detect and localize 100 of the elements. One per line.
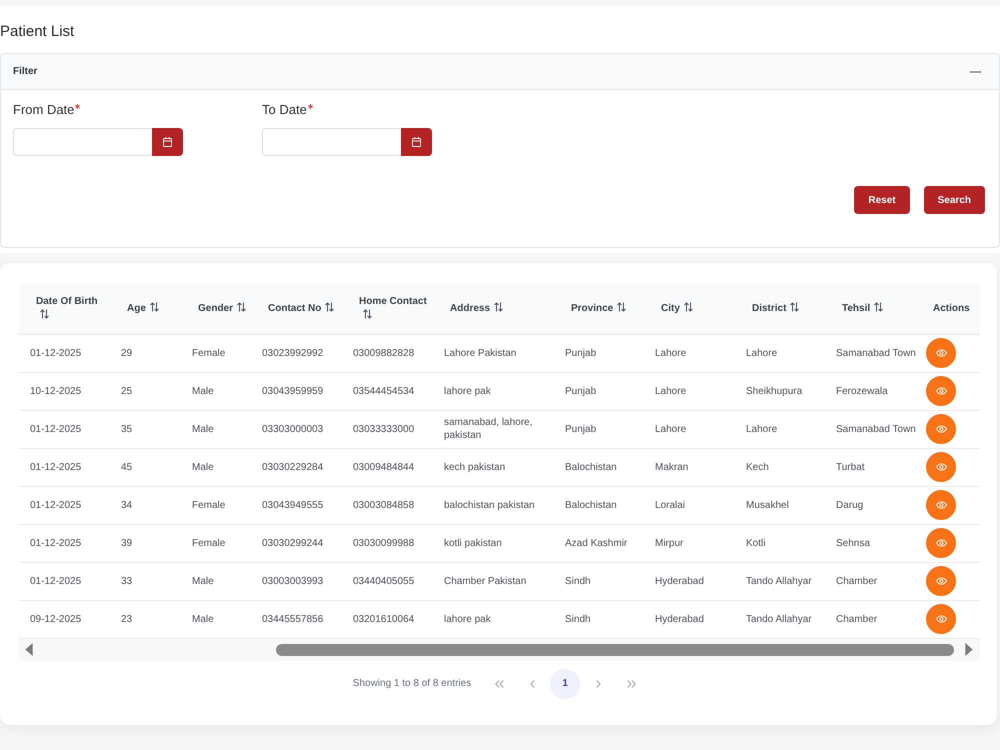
column-header[interactable]: Gender xyxy=(181,284,251,334)
column-header: Actions xyxy=(916,284,980,334)
scroll-right-icon[interactable] xyxy=(965,643,973,656)
table-cell: Male xyxy=(181,372,251,410)
table-cell: Punjab xyxy=(554,334,644,372)
table-cell: Mirpur xyxy=(644,524,735,562)
scroll-left-icon[interactable] xyxy=(25,643,33,656)
eye-icon xyxy=(936,425,946,433)
table-cell: 35 xyxy=(110,410,181,448)
table-cell: Balochistan xyxy=(554,486,644,524)
table-cell: 03003084858 xyxy=(342,486,433,524)
table-cell: Musakhel xyxy=(735,486,825,524)
column-header[interactable]: Address xyxy=(433,284,554,334)
table-cell: 03440405055 xyxy=(342,562,433,600)
table-cell: 01-12-2025 xyxy=(19,334,110,372)
table-cell: Male xyxy=(181,562,251,600)
table-cell: Chamber xyxy=(825,562,916,600)
table-cell: 01-12-2025 xyxy=(19,524,110,562)
table-cell: 03030299244 xyxy=(251,524,342,562)
table-cell: 03009882828 xyxy=(342,334,433,372)
table-cell: Lahore xyxy=(644,372,735,410)
view-button[interactable] xyxy=(926,414,956,444)
eye-icon xyxy=(936,463,946,471)
view-button[interactable] xyxy=(926,604,956,634)
column-header[interactable]: Home Contact xyxy=(342,284,433,334)
calendar-icon xyxy=(412,137,421,147)
eye-icon xyxy=(936,615,946,623)
table-cell: kech pakistan xyxy=(433,448,554,486)
view-button[interactable] xyxy=(926,490,956,520)
table-cell: Darug xyxy=(825,486,916,524)
table-cell: lahore pak xyxy=(433,600,554,638)
eye-icon xyxy=(936,387,946,395)
table-cell: 03003003993 xyxy=(251,562,342,600)
double-chevron-right-icon[interactable] xyxy=(626,680,636,688)
column-header[interactable]: City xyxy=(644,284,735,334)
search-button[interactable]: Search xyxy=(924,186,985,214)
table-cell: 01-12-2025 xyxy=(19,410,110,448)
table-cell: 29 xyxy=(110,334,181,372)
table-cell: 03303000003 xyxy=(251,410,342,448)
table-cell: 01-12-2025 xyxy=(19,562,110,600)
minus-icon[interactable] xyxy=(970,70,981,72)
table-cell: Hyderabad xyxy=(644,600,735,638)
reset-button[interactable]: Reset xyxy=(854,186,910,214)
column-header[interactable]: Date Of Birth xyxy=(19,284,110,334)
table-cell: 01-12-2025 xyxy=(19,486,110,524)
page-button[interactable]: 1 xyxy=(550,668,580,698)
table-cell: Lahore xyxy=(735,410,825,448)
table-cell: Lahore xyxy=(644,334,735,372)
view-button[interactable] xyxy=(926,452,956,482)
table-cell: 33 xyxy=(110,562,181,600)
table-cell: Balochistan xyxy=(554,448,644,486)
field-label: From Date xyxy=(13,102,74,118)
table-cell: Kotli xyxy=(735,524,825,562)
table-cell: 03201610064 xyxy=(342,600,433,638)
table-cell: Punjab xyxy=(554,372,644,410)
chevron-left-icon[interactable] xyxy=(530,680,535,688)
chevron-right-icon[interactable] xyxy=(596,680,601,688)
table-cell: Lahore xyxy=(735,334,825,372)
table-cell: 03445557856 xyxy=(251,600,342,638)
calendar-button[interactable] xyxy=(152,128,183,156)
table-cell: Samanabad Town xyxy=(825,334,916,372)
column-header[interactable]: Age xyxy=(110,284,181,334)
table-cell: 03030229284 xyxy=(251,448,342,486)
eye-icon xyxy=(936,539,946,547)
scrollbar-track[interactable] xyxy=(19,638,980,660)
calendar-button[interactable] xyxy=(401,128,432,156)
table-cell: 01-12-2025 xyxy=(19,448,110,486)
view-button[interactable] xyxy=(926,528,956,558)
column-header[interactable]: Tehsil xyxy=(825,284,916,334)
table-cell: Azad Kashmir xyxy=(554,524,644,562)
view-button[interactable] xyxy=(926,338,956,368)
view-button[interactable] xyxy=(926,376,956,406)
table-cell: 03030099988 xyxy=(342,524,433,562)
column-header[interactable]: District xyxy=(735,284,825,334)
double-chevron-left-icon[interactable] xyxy=(494,680,504,688)
table-cell: Tando Allahyar xyxy=(735,600,825,638)
table-cell: Lahore xyxy=(644,410,735,448)
table-cell: lahore pak xyxy=(433,372,554,410)
view-button[interactable] xyxy=(926,566,956,596)
panel-title: Filter xyxy=(13,66,38,78)
table-cell: kotli pakistan xyxy=(433,524,554,562)
table-cell: Male xyxy=(181,410,251,448)
column-header[interactable]: Province xyxy=(554,284,644,334)
table-cell: Female xyxy=(181,524,251,562)
column-header[interactable]: Contact No xyxy=(251,284,342,334)
table-cell: Female xyxy=(181,486,251,524)
date-input-field[interactable] xyxy=(262,128,401,156)
table-cell: 03033333000 xyxy=(342,410,433,448)
table-cell: balochistan pakistan xyxy=(433,486,554,524)
table-cell: 25 xyxy=(110,372,181,410)
table-cell: Female xyxy=(181,334,251,372)
field-label: To Date xyxy=(262,102,307,118)
date-input-field[interactable] xyxy=(13,128,152,156)
table-cell: Loralai xyxy=(644,486,735,524)
table-cell: Sindh xyxy=(554,562,644,600)
table-cell: 03544454534 xyxy=(342,372,433,410)
scrollbar-thumb[interactable] xyxy=(276,644,954,656)
table-cell: Samanabad Town xyxy=(825,410,916,448)
table-cell: Punjab xyxy=(554,410,644,448)
table-cell: Lahore Pakistan xyxy=(433,334,554,372)
